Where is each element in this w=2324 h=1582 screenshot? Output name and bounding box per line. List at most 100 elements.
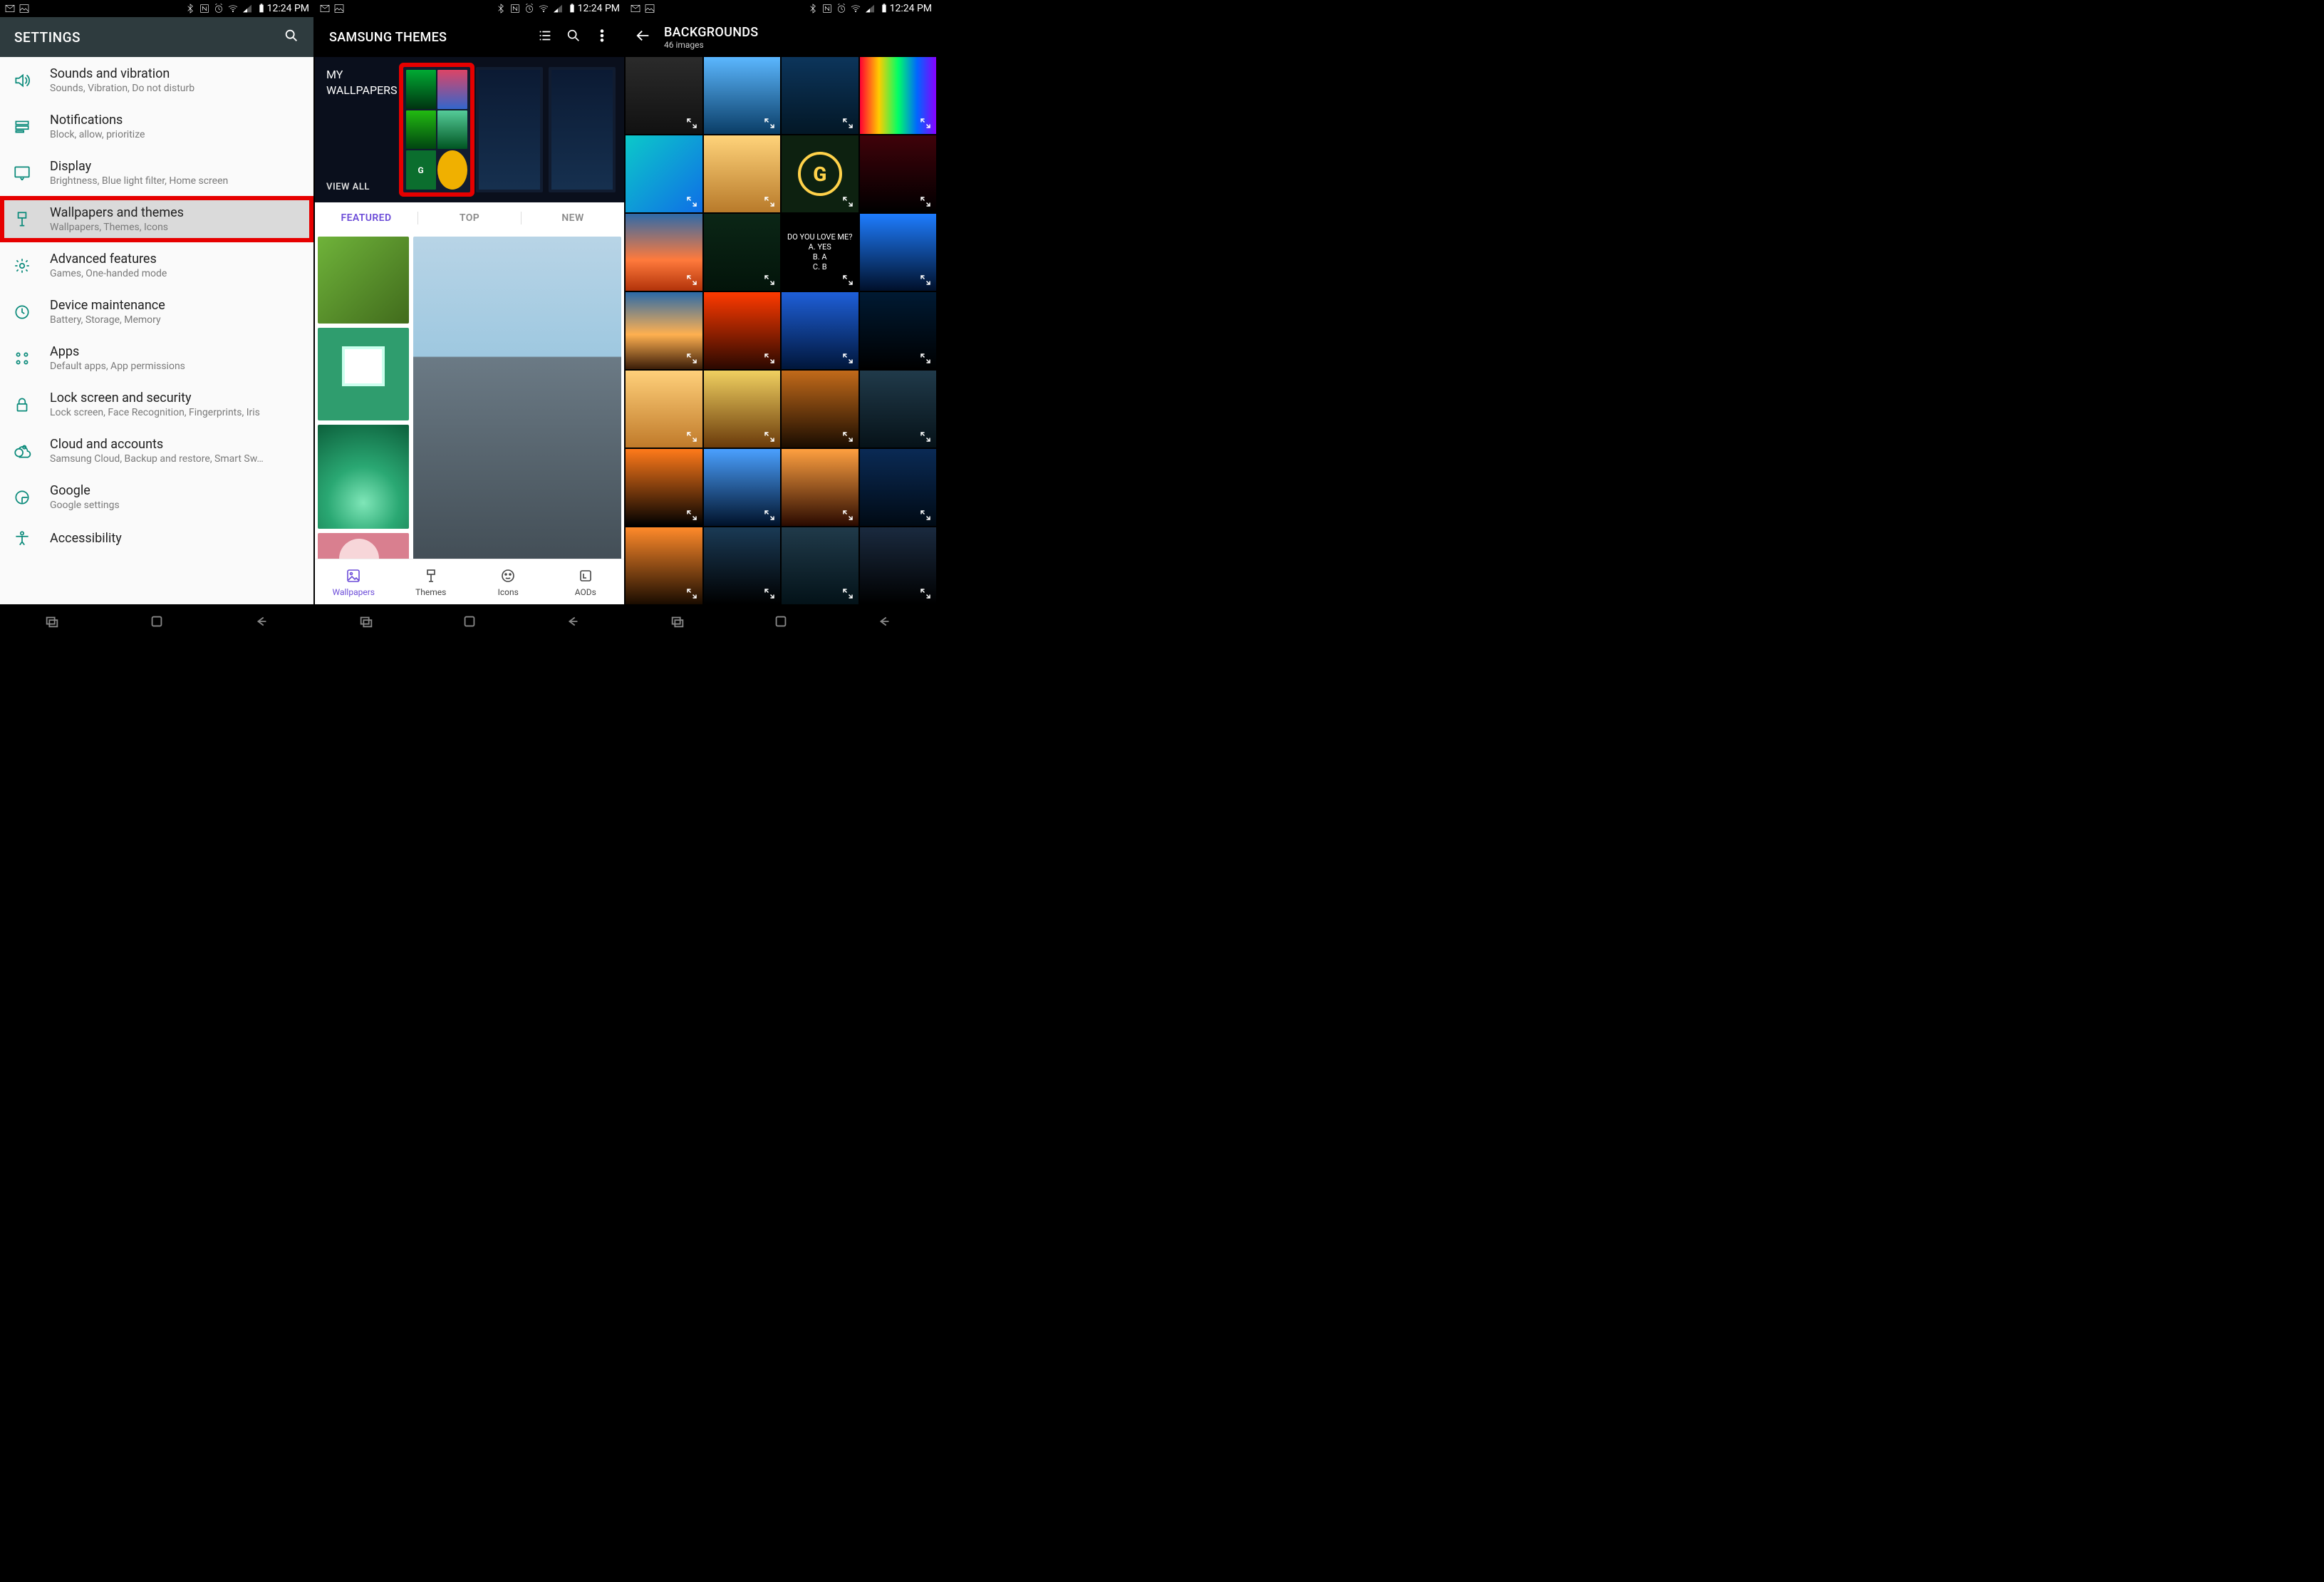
top-tabs: FEATURED TOP NEW [315,202,624,234]
settings-title: SETTINGS [14,29,81,46]
background-thumb[interactable] [782,135,858,212]
background-thumb[interactable] [860,371,937,448]
device-maint-icon [13,303,31,321]
themes-header: SAMSUNG THEMES [315,17,624,57]
more-icon[interactable] [594,28,610,47]
background-thumb[interactable] [782,527,858,604]
background-thumb[interactable] [860,527,937,604]
background-thumb[interactable] [626,371,702,448]
bottom-tab-wallpapers[interactable]: Wallpapers [315,559,393,604]
row-subtitle: Brightness, Blue light filter, Home scre… [50,175,301,187]
status-time: 12:24 PM [267,3,309,14]
home-button[interactable] [729,604,832,639]
search-icon[interactable] [284,28,299,47]
tab-top[interactable]: TOP [418,212,521,224]
status-time: 12:24 PM [890,3,932,14]
alarm-icon [213,3,224,14]
background-thumb[interactable] [860,214,937,291]
background-thumb[interactable] [860,292,937,369]
image-icon [644,3,655,14]
background-thumb[interactable] [782,449,858,526]
featured-thumb[interactable] [318,425,409,529]
background-thumb[interactable] [704,449,781,526]
featured-thumb[interactable] [318,533,409,559]
sounds-icon [13,71,31,90]
wallpaper-card-2[interactable] [549,67,616,192]
featured-thumb[interactable] [318,237,409,324]
background-thumb[interactable] [704,527,781,604]
bottom-tab-aods[interactable]: AODs [547,559,625,604]
view-all-link[interactable]: VIEW ALL [326,182,398,192]
bottom-tabs: Wallpapers Themes Icons AODs [315,559,624,604]
settings-row-device-maint[interactable]: Device maintenanceBattery, Storage, Memo… [0,289,313,335]
settings-screen: 12:24 PM SETTINGS Sounds and vibrationSo… [0,0,313,639]
background-thumb[interactable] [860,449,937,526]
recents-button[interactable] [626,604,729,639]
home-button[interactable] [105,604,209,639]
row-title: Accessibility [50,531,301,546]
lockscreen-icon [13,396,31,414]
wallpaper-card-gallery[interactable]: G [403,67,470,192]
background-thumb[interactable] [626,57,702,134]
wallpaper-card-1[interactable] [476,67,543,192]
settings-row-apps[interactable]: AppsDefault apps, App permissions [0,335,313,381]
settings-row-display[interactable]: DisplayBrightness, Blue light filter, Ho… [0,150,313,196]
cloud-icon [13,442,31,460]
background-thumb[interactable]: DO YOU LOVE ME?A. YESB. AC. B [782,214,858,291]
row-title: Lock screen and security [50,391,301,405]
background-thumb[interactable] [704,135,781,212]
row-title: Display [50,159,301,174]
wifi-icon [227,3,239,14]
recents-button[interactable] [315,604,418,639]
background-thumb[interactable] [704,57,781,134]
featured-thumb[interactable] [318,328,409,420]
row-subtitle: Games, One-handed mode [50,268,301,279]
tab-featured[interactable]: FEATURED [315,212,417,224]
background-thumb[interactable] [782,292,858,369]
featured-thumb-large[interactable] [413,237,621,559]
row-subtitle: Google settings [50,500,301,511]
back-button[interactable] [833,604,936,639]
back-button[interactable] [209,604,313,639]
background-thumb[interactable] [626,527,702,604]
background-thumb[interactable] [626,449,702,526]
back-arrow-icon[interactable] [636,28,651,46]
home-button[interactable] [418,604,522,639]
settings-row-advanced[interactable]: Advanced featuresGames, One-handed mode [0,242,313,289]
settings-row-wallpapers-themes[interactable]: Wallpapers and themesWallpapers, Themes,… [0,196,313,242]
row-subtitle: Wallpapers, Themes, Icons [50,222,301,233]
settings-row-notifications[interactable]: NotificationsBlock, allow, prioritize [0,103,313,150]
background-thumb[interactable] [782,371,858,448]
signal-icon [864,3,876,14]
background-thumb[interactable] [626,292,702,369]
background-thumb[interactable] [704,371,781,448]
background-thumb[interactable] [626,135,702,212]
background-thumb[interactable] [782,57,858,134]
list-icon[interactable] [537,28,553,47]
settings-row-google[interactable]: GoogleGoogle settings [0,474,313,520]
gmail-icon [630,3,641,14]
row-subtitle: Battery, Storage, Memory [50,314,301,326]
settings-row-lockscreen[interactable]: Lock screen and securityLock screen, Fac… [0,381,313,428]
apps-icon [13,349,31,368]
background-thumb[interactable] [860,135,937,212]
recents-button[interactable] [0,604,105,639]
back-button[interactable] [521,604,624,639]
google-icon [13,488,31,507]
background-thumb[interactable] [860,57,937,134]
bottom-tab-themes[interactable]: Themes [393,559,470,604]
bottom-tab-icons[interactable]: Icons [470,559,547,604]
settings-row-accessibility[interactable]: Accessibility [0,520,313,557]
my-wallpapers-hero: MY WALLPAPERS VIEW ALL G [315,57,624,202]
background-thumb[interactable] [704,214,781,291]
settings-row-cloud[interactable]: Cloud and accountsSamsung Cloud, Backup … [0,428,313,474]
alarm-icon [836,3,847,14]
background-thumb[interactable] [704,292,781,369]
bluetooth-icon [185,3,196,14]
tab-new[interactable]: NEW [522,212,624,224]
bluetooth-icon [807,3,819,14]
status-bar: 12:24 PM [0,0,313,17]
background-thumb[interactable] [626,214,702,291]
search-icon[interactable] [566,28,581,47]
settings-row-sounds[interactable]: Sounds and vibrationSounds, Vibration, D… [0,57,313,103]
